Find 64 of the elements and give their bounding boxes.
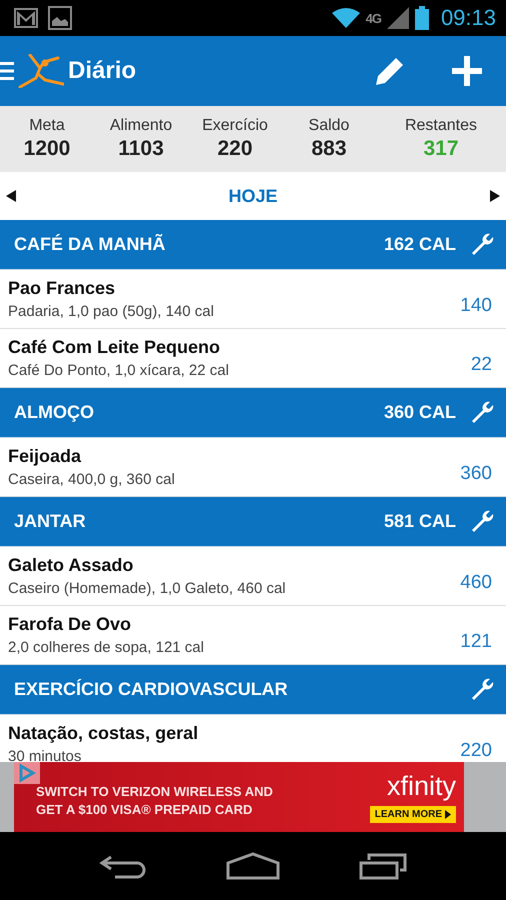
ad-brand: xfinity: [386, 772, 456, 800]
section-title: JANTAR: [14, 511, 86, 532]
entry-detail: Padaria, 1,0 pao (50g), 140 cal: [8, 303, 215, 320]
entry-calories: 22: [470, 354, 492, 376]
entry-name: Café Com Leite Pequeno: [8, 337, 222, 358]
section-calories: 360 CAL: [384, 402, 456, 423]
screen-title: Diário: [68, 57, 136, 85]
mail-icon: [14, 8, 38, 28]
entry-name: Natação, costas, geral: [8, 723, 200, 744]
entry-row[interactable]: Pao Frances Padaria, 1,0 pao (50g), 140 cal 140: [0, 270, 506, 329]
image-icon: [48, 6, 72, 30]
wrench-icon[interactable]: [470, 232, 494, 256]
wrench-icon[interactable]: [470, 678, 494, 702]
entry-calories: 140: [460, 295, 492, 317]
clock-time: 09:13: [440, 5, 496, 31]
play-icon: [445, 810, 451, 818]
menu-icon[interactable]: [0, 60, 14, 82]
entry-calories: 460: [460, 572, 492, 594]
entry-detail: Caseira, 400,0 g, 360 cal: [8, 471, 176, 488]
entry-detail: Café Do Ponto, 1,0 xícara, 22 cal: [8, 362, 230, 379]
ad-banner[interactable]: SWITCH TO VERIZON WIRELESS AND GET A $100 VISA® PREPAID CARD xfinity LEARN MORE: [14, 762, 464, 832]
entry-calories: 121: [460, 631, 492, 653]
home-icon[interactable]: [226, 852, 280, 880]
section-title: ALMOÇO: [14, 402, 94, 423]
wifi-icon: [332, 7, 360, 29]
section-calories: 162 CAL: [384, 234, 456, 255]
summary-label: Meta: [29, 117, 65, 135]
pencil-icon[interactable]: [374, 55, 406, 87]
entry-calories: 220: [460, 740, 492, 762]
summary-value: 883: [311, 137, 347, 161]
entry-detail: 2,0 colheres de sopa, 121 cal: [8, 639, 205, 656]
recent-apps-icon[interactable]: [358, 852, 407, 880]
battery-icon: [414, 6, 429, 30]
signal-icon: [386, 7, 409, 29]
ad-headline: SWITCH TO VERIZON WIRELESS AND: [36, 784, 274, 798]
previous-day-icon[interactable]: [6, 190, 16, 202]
entry-name: Pao Frances: [8, 278, 116, 299]
entry-detail: 30 minutos: [8, 748, 82, 762]
summary-label: Alimento: [110, 117, 172, 135]
wrench-icon[interactable]: [470, 510, 494, 534]
entry-detail: Caseiro (Homemade), 1,0 Galeto, 460 cal: [8, 580, 287, 597]
date-label[interactable]: HOJE: [228, 186, 278, 206]
entry-row[interactable]: Galeto Assado Caseiro (Homemade), 1,0 Galeto, 460 cal 460: [0, 547, 506, 606]
wrench-icon[interactable]: [470, 400, 494, 424]
section-calories: 581 CAL: [384, 511, 456, 532]
summary-value: 220: [217, 137, 253, 161]
summary-value: 1103: [118, 137, 164, 161]
summary-label: Exercício: [202, 117, 268, 135]
section-title: EXERCÍCIO CARDIOVASCULAR: [14, 679, 288, 700]
learn-more-button[interactable]: LEARN MORE: [370, 806, 456, 822]
entry-calories: 360: [460, 463, 492, 485]
summary-value: 1200: [24, 137, 70, 161]
next-day-icon[interactable]: [490, 190, 500, 202]
network-type: 4G: [366, 10, 381, 26]
ad-headline: GET A $100 VISA® PREPAID CARD: [36, 802, 254, 816]
entry-name: Feijoada: [8, 446, 82, 467]
summary-label: Restantes: [404, 117, 478, 135]
summary-label: Saldo: [308, 117, 350, 135]
back-icon[interactable]: [99, 853, 148, 879]
entry-name: Farofa De Ovo: [8, 614, 132, 635]
entry-name: Galeto Assado: [8, 555, 134, 576]
section-title: CAFÉ DA MANHÃ: [14, 234, 166, 255]
plus-icon[interactable]: [452, 56, 482, 86]
summary-value: 317: [423, 137, 459, 161]
